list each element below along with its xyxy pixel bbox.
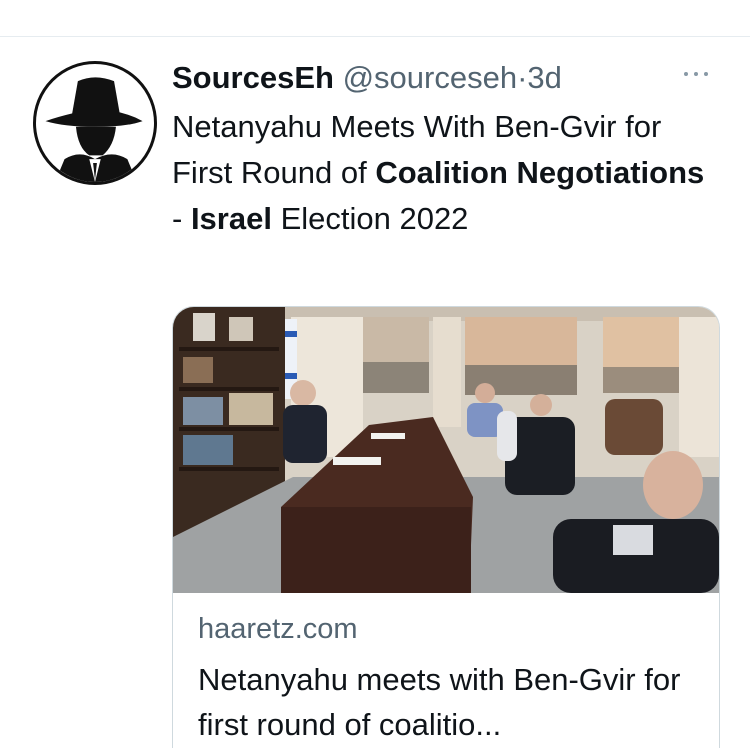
separator-dot: ·	[517, 60, 528, 95]
card-domain[interactable]: haaretz.com	[198, 613, 358, 646]
tweet-text-bold: Israel	[190, 201, 272, 236]
link-card[interactable]: haaretz.com Netanyahu meets with Ben-Gvi…	[172, 306, 720, 748]
avatar[interactable]	[33, 61, 157, 185]
card-title[interactable]: Netanyahu meets with Ben-Gvir for first …	[198, 657, 698, 747]
more-dot	[704, 72, 708, 76]
tweet-text-bold: Coalition Negotiations	[375, 155, 705, 190]
tweet-time[interactable]: 3d	[527, 60, 561, 95]
author-name[interactable]: SourcesEh	[172, 60, 334, 95]
top-divider	[0, 36, 750, 37]
card-image	[173, 307, 719, 593]
more-options-button[interactable]	[680, 62, 716, 86]
author-handle[interactable]: @sourceseh	[343, 60, 518, 95]
tweet-text-part: Election 2022	[271, 201, 469, 236]
tweet-text-part: -	[172, 201, 191, 236]
more-horizontal-icon	[684, 72, 688, 76]
spy-silhouette-icon	[37, 65, 153, 182]
more-dot	[694, 72, 698, 76]
tweet-header: SourcesEh @sourceseh·3d	[172, 58, 562, 98]
tweet-text: Netanyahu Meets With Ben-Gvir for First …	[172, 104, 712, 242]
